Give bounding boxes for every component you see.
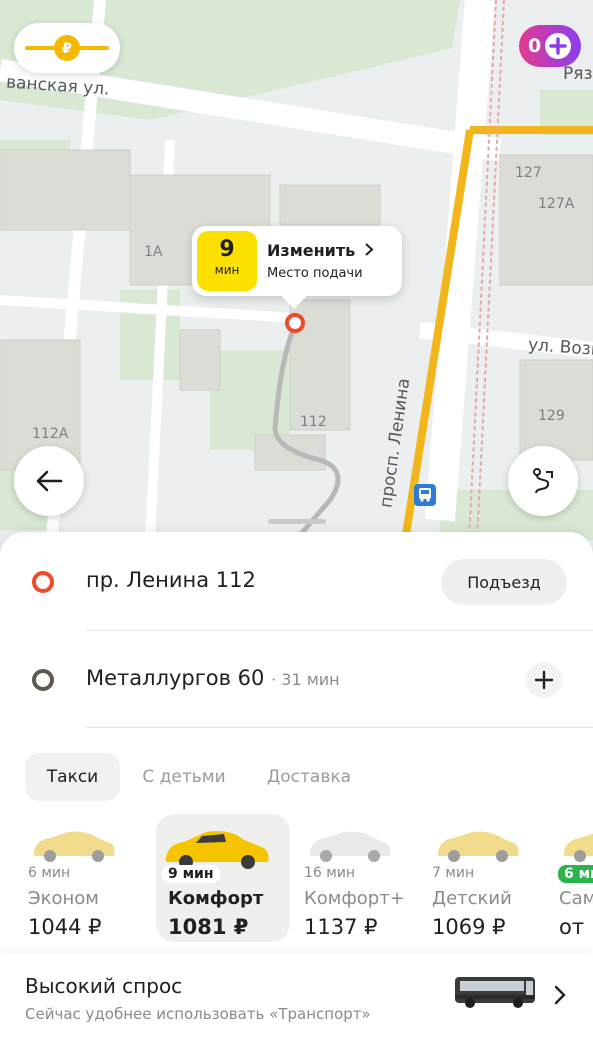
tab-delivery[interactable]: Доставка [255,753,363,801]
eta-badge: 9 мин [197,231,257,291]
tariff-economy[interactable]: 6 мин Эконом 1044 ₽ [20,814,140,942]
tariff-price: от 1 [559,915,593,939]
tariff-kids[interactable]: 7 мин Детский 1069 ₽ [424,814,544,942]
eta-unit: мин [214,263,240,277]
tariff-name: Комфорт [168,888,264,909]
demand-subtitle: Сейчас удобнее использовать «Транспорт» [25,1005,371,1023]
tariff-name: Эконом [28,888,99,909]
bus-stop-icon[interactable] [414,484,436,506]
tariff-name: Детский [432,888,512,909]
car-self-icon [564,833,593,862]
tariff-price: 1044 ₽ [28,915,102,939]
house-number: 129 [538,408,565,424]
eta-value: 9 [219,237,235,262]
house-number: 127 [515,165,542,181]
house-number: 1А [144,244,163,260]
destination-name: Металлургов 60 [86,666,265,690]
tariff-eta: 16 мин [304,865,356,881]
change-pickup-link[interactable]: Изменить [267,241,374,260]
pickup-hint: Место подачи [267,266,363,281]
points-count: 0 [528,35,542,57]
demand-title: Высокий спрос [25,974,183,998]
pickup-address: пр. Ленина 112 [86,568,256,592]
entrance-button[interactable]: Подъезд [441,559,567,605]
tariff-eta: 6 мин [558,865,593,883]
promo-button[interactable]: ₽ [14,23,120,73]
bus-icon [455,977,535,1008]
destination-address: Металлургов 60 · 31 мин [86,666,340,690]
svg-text:₽: ₽ [62,41,72,57]
high-demand-banner[interactable]: Высокий спрос Сейчас удобнее использоват… [0,953,593,1050]
tariff-eta: 6 мин [28,865,71,881]
tariff-price: 1137 ₽ [304,915,378,939]
tab-with-kids[interactable]: С детьми [130,753,238,801]
cashback-icon: ₽ [25,35,109,61]
tariff-price: 1069 ₽ [432,915,506,939]
pickup-eta-bubble[interactable]: 9 мин Изменить Место подачи [192,226,402,296]
tariff-name: Комфорт+ [304,888,405,909]
origin-dot-icon [32,571,54,593]
destination-address-row[interactable]: Металлургов 60 · 31 мин [0,632,593,728]
car-kids-icon [438,831,519,862]
plus-icon [545,33,572,59]
drag-handle[interactable] [268,519,326,524]
tariff-self[interactable]: 6 мин Сам от 1 [552,814,593,942]
destination-dot-icon [32,669,54,691]
route-icon [533,468,553,494]
back-button[interactable] [14,446,84,516]
street-label: Ряз [563,64,593,84]
chevron-right-icon [554,985,566,1005]
car-economy-icon [34,831,115,862]
change-pickup-label: Изменить [267,241,356,260]
plus-icon [534,670,554,690]
tariff-price: 1081 ₽ [168,915,249,939]
pickup-pin-icon[interactable] [285,313,305,333]
map-view[interactable]: ванская ул. Ряз просп. Ленина ул. Возне … [0,0,593,560]
trip-duration: · 31 мин [271,670,340,689]
tab-taxi[interactable]: Такси [25,753,120,801]
route-button[interactable] [508,446,578,516]
house-number: 127А [538,196,575,212]
car-comfort-plus-icon [310,831,391,862]
plus-points-button[interactable]: 0 [519,25,581,67]
tariff-comfort-plus[interactable]: 16 мин Комфорт+ 1137 ₽ [296,814,416,942]
arrow-left-icon [36,470,63,492]
tariff-comfort[interactable]: 9 мин Комфорт 1081 ₽ [156,814,290,942]
chevron-right-icon [365,243,374,256]
divider [86,727,593,728]
add-stop-button[interactable] [526,662,562,698]
house-number: 112А [32,426,69,442]
house-number: 112 [300,414,327,430]
divider [86,630,593,631]
tariff-eta: 9 мин [162,865,220,883]
tariff-name: Сам [559,888,593,909]
tariff-eta: 7 мин [432,865,475,881]
